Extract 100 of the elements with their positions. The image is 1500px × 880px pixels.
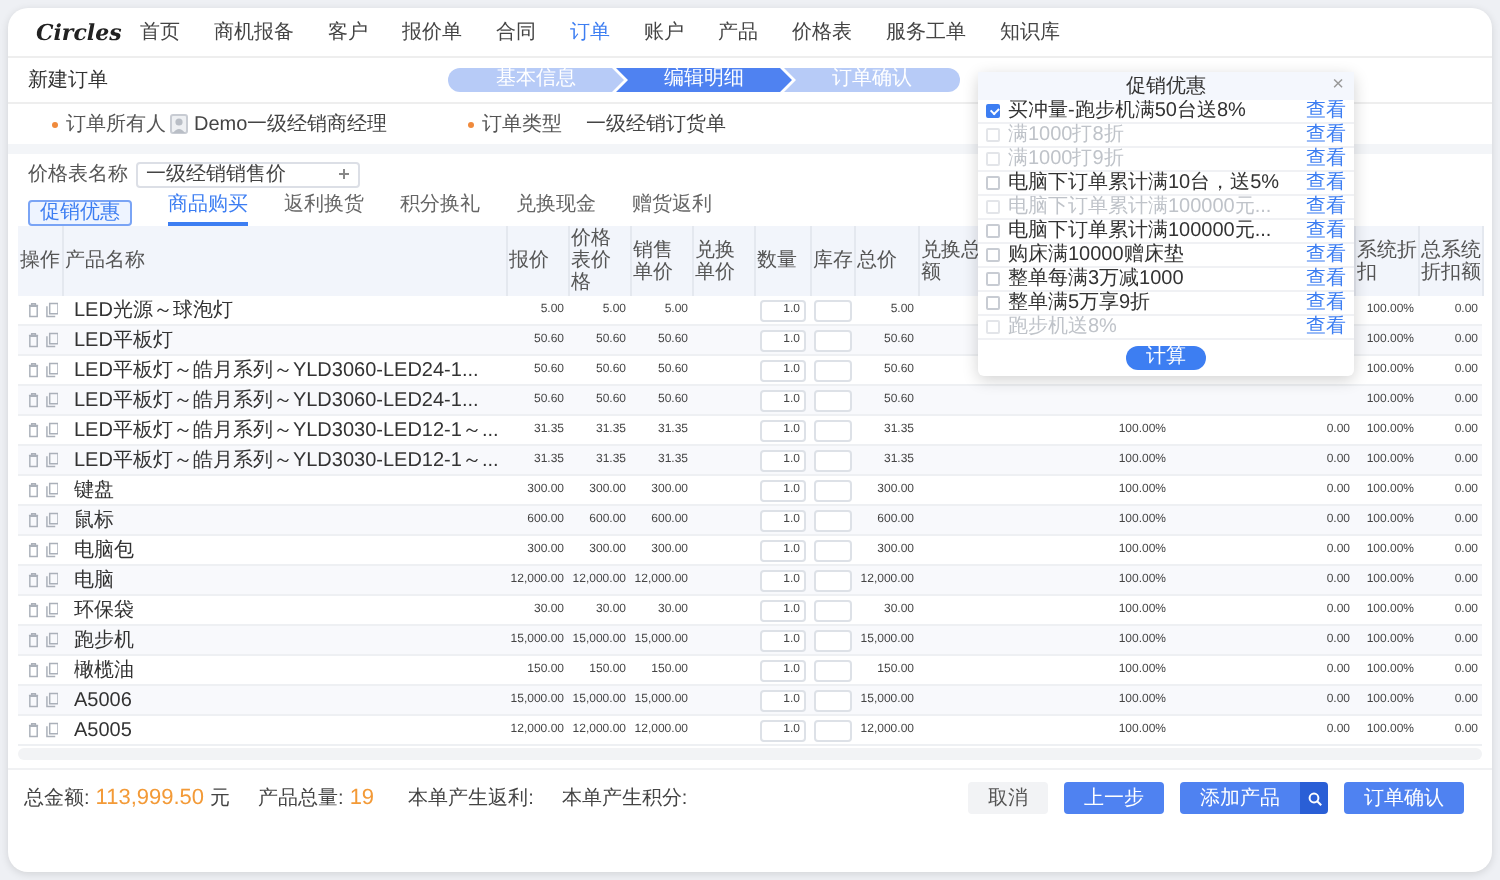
column-header: 库存 xyxy=(810,226,854,296)
stock-field[interactable] xyxy=(814,599,852,621)
trash-icon xyxy=(28,572,40,588)
promo-label: 整单满5万享9折 xyxy=(1008,292,1153,314)
view-link[interactable]: 查看 xyxy=(1306,268,1346,290)
stock-field[interactable] xyxy=(814,659,852,681)
nav-item[interactable]: 订单 xyxy=(570,18,610,46)
product-name: A5006 xyxy=(62,685,506,715)
nav-item[interactable]: 报价单 xyxy=(402,18,462,46)
trash-icon xyxy=(28,362,40,378)
checkbox[interactable] xyxy=(986,224,1000,238)
column-header: 总系统折扣额 xyxy=(1418,226,1482,296)
currency-label: 元 xyxy=(210,786,231,812)
stock-field[interactable] xyxy=(814,569,852,591)
copy-icon xyxy=(45,422,58,438)
column-header: 操作 xyxy=(18,226,62,296)
search-button[interactable] xyxy=(1300,782,1328,814)
copy-icon xyxy=(45,542,58,558)
add-product-button[interactable]: 添加产品 xyxy=(1180,782,1300,814)
nav-item[interactable]: 产品 xyxy=(718,18,758,46)
tab[interactable]: 赠货返利 xyxy=(632,190,712,226)
copy-icon xyxy=(45,602,58,618)
footer-button[interactable]: 取消 xyxy=(968,782,1048,814)
column-header: 兑换单价 xyxy=(692,226,754,296)
trash-icon xyxy=(28,722,40,738)
view-link[interactable]: 查看 xyxy=(1306,100,1346,122)
promo-button[interactable]: 促销优惠 xyxy=(28,200,132,226)
product-name: 电脑 xyxy=(62,565,506,595)
tab[interactable]: 兑换现金 xyxy=(516,190,596,226)
checkbox[interactable] xyxy=(986,248,1000,262)
copy-icon xyxy=(45,662,58,678)
nav-item[interactable]: 知识库 xyxy=(1000,18,1060,46)
field-label: 订单类型 xyxy=(482,111,564,138)
column-header: 销售单价 xyxy=(630,226,692,296)
copy-icon xyxy=(45,332,58,348)
nav-item[interactable]: 首页 xyxy=(140,18,180,46)
nav-item[interactable]: 账户 xyxy=(644,18,684,46)
stock-field[interactable] xyxy=(814,299,852,321)
field-value: 一级经销订货单 xyxy=(586,111,726,138)
column-header: 价格表价格 xyxy=(568,226,630,296)
trash-icon xyxy=(28,602,40,618)
nav-item[interactable]: 商机报备 xyxy=(214,18,294,46)
view-link[interactable]: 查看 xyxy=(1306,220,1346,242)
checkbox[interactable] xyxy=(986,104,1000,118)
view-link[interactable]: 查看 xyxy=(1306,172,1346,194)
footer-button[interactable]: 订单确认 xyxy=(1344,782,1464,814)
nav-item[interactable]: 服务工单 xyxy=(886,18,966,46)
view-link[interactable]: 查看 xyxy=(1306,244,1346,266)
stock-field[interactable] xyxy=(814,329,852,351)
stock-field[interactable] xyxy=(814,689,852,711)
stock-field[interactable] xyxy=(814,509,852,531)
search-icon xyxy=(1307,791,1321,805)
product-name: LED平板灯～皓月系列～YLD3060-LED24-1... xyxy=(62,385,506,415)
trash-icon xyxy=(28,662,40,678)
product-name: 鼠标 xyxy=(62,505,506,535)
product-name: 跑步机 xyxy=(62,625,506,655)
field-label: 价格表名称 xyxy=(28,161,128,188)
checkbox[interactable] xyxy=(986,176,1000,190)
checkbox[interactable] xyxy=(986,272,1000,286)
view-link[interactable]: 查看 xyxy=(1306,292,1346,314)
product-name: LED平板灯～皓月系列～YLD3030-LED12-1～... xyxy=(62,445,506,475)
calculate-button[interactable]: 计算 xyxy=(1126,346,1206,370)
trash-icon xyxy=(28,422,40,438)
stock-field[interactable] xyxy=(814,719,852,741)
copy-icon xyxy=(45,722,58,738)
copy-icon xyxy=(45,482,58,498)
price-list-select[interactable]: 一级经销销售价 xyxy=(136,161,360,187)
footer-button[interactable]: 上一步 xyxy=(1064,782,1164,814)
nav-item[interactable]: 合同 xyxy=(496,18,536,46)
product-name: LED平板灯 xyxy=(62,325,506,355)
stock-field[interactable] xyxy=(814,359,852,381)
column-header: 系统折扣 xyxy=(1354,226,1418,296)
trash-icon xyxy=(28,332,40,348)
nav-item[interactable]: 客户 xyxy=(328,18,368,46)
trash-icon xyxy=(28,542,40,558)
total-amount: 113,999.50 xyxy=(95,786,205,810)
tab[interactable]: 返利换货 xyxy=(284,190,364,226)
stock-field[interactable] xyxy=(814,449,852,471)
rebate-label: 本单产生返利: xyxy=(408,785,534,812)
progress-step: 基本信息 xyxy=(448,68,624,92)
column-header: 总价 xyxy=(854,226,918,296)
trash-icon xyxy=(28,632,40,648)
nav-item[interactable]: 价格表 xyxy=(792,18,852,46)
tab[interactable]: 积分换礼 xyxy=(400,190,480,226)
promo-label: 买冲量-跑步机满50台送8% xyxy=(1008,100,1248,122)
total-label: 总金额: xyxy=(24,785,90,812)
stock-field[interactable] xyxy=(814,479,852,501)
trash-icon xyxy=(28,482,40,498)
quantity-total: 19 xyxy=(349,786,375,810)
trash-icon xyxy=(28,452,40,468)
stock-field[interactable] xyxy=(814,419,852,441)
avatar-icon xyxy=(170,114,188,134)
stock-field[interactable] xyxy=(814,629,852,651)
stock-field[interactable] xyxy=(814,389,852,411)
stock-field[interactable] xyxy=(814,539,852,561)
checkbox[interactable] xyxy=(986,296,1000,310)
trash-icon xyxy=(28,512,40,528)
copy-icon xyxy=(45,362,58,378)
column-header: 数量 xyxy=(754,226,810,296)
trash-icon xyxy=(28,302,40,318)
